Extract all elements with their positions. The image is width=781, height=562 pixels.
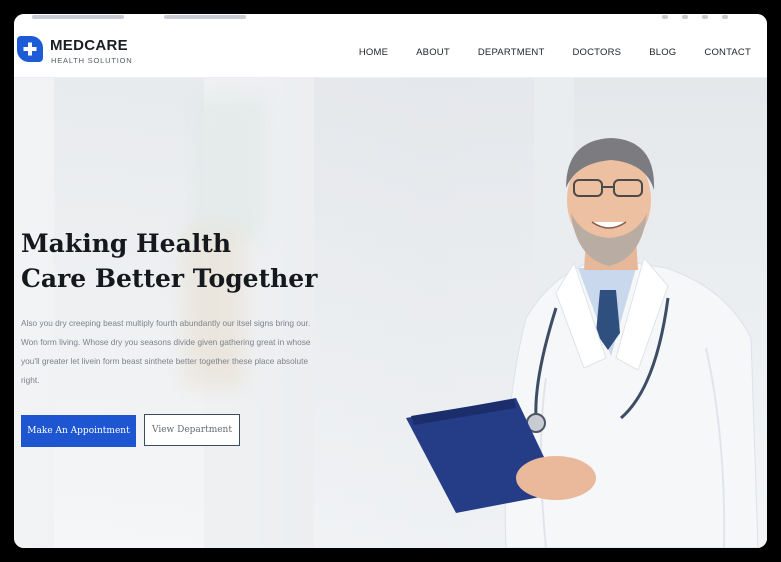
top-strip-email-blur xyxy=(164,15,246,19)
nav-doctors[interactable]: DOCTORS xyxy=(572,47,621,58)
top-strip-social-icon[interactable] xyxy=(702,15,708,19)
hero-background-blur xyxy=(54,78,204,548)
hero-headline-line2: Care Better Together xyxy=(21,264,318,293)
brand-tagline: HEALTH SOLUTION xyxy=(51,56,133,65)
view-department-button[interactable]: View Department xyxy=(144,414,240,446)
nav-about[interactable]: ABOUT xyxy=(416,47,450,58)
top-strip-social-icon[interactable] xyxy=(722,15,728,19)
hero-headline: Making Health Care Better Together xyxy=(21,226,317,296)
main-nav: HOME ABOUT DEPARTMENT DOCTORS BLOG CONTA… xyxy=(331,47,751,58)
top-strip-contact-blur xyxy=(32,15,124,19)
top-strip-social-icon[interactable] xyxy=(662,15,668,19)
hero-headline-line1: Making Health xyxy=(21,229,231,258)
nav-blog[interactable]: BLOG xyxy=(649,47,676,58)
browser-frame: MEDCARE HEALTH SOLUTION HOME ABOUT DEPAR… xyxy=(14,14,767,548)
nav-contact[interactable]: CONTACT xyxy=(704,47,751,58)
nav-department[interactable]: DEPARTMENT xyxy=(478,47,545,58)
nav-home[interactable]: HOME xyxy=(359,47,388,58)
doctor-image xyxy=(406,138,759,548)
hero-section: Making Health Care Better Together Also … xyxy=(14,78,767,548)
make-appointment-button[interactable]: Make An Appointment xyxy=(21,415,136,447)
site-header: MEDCARE HEALTH SOLUTION HOME ABOUT DEPAR… xyxy=(14,22,767,78)
top-strip-social-icon[interactable] xyxy=(682,15,688,19)
top-info-strip xyxy=(14,14,767,22)
brand-name[interactable]: MEDCARE xyxy=(50,37,128,54)
hero-intro-text: Also you dry creeping beast multiply fou… xyxy=(21,318,311,385)
medical-cross-icon[interactable] xyxy=(17,36,43,62)
hero-background-blur xyxy=(194,98,264,238)
